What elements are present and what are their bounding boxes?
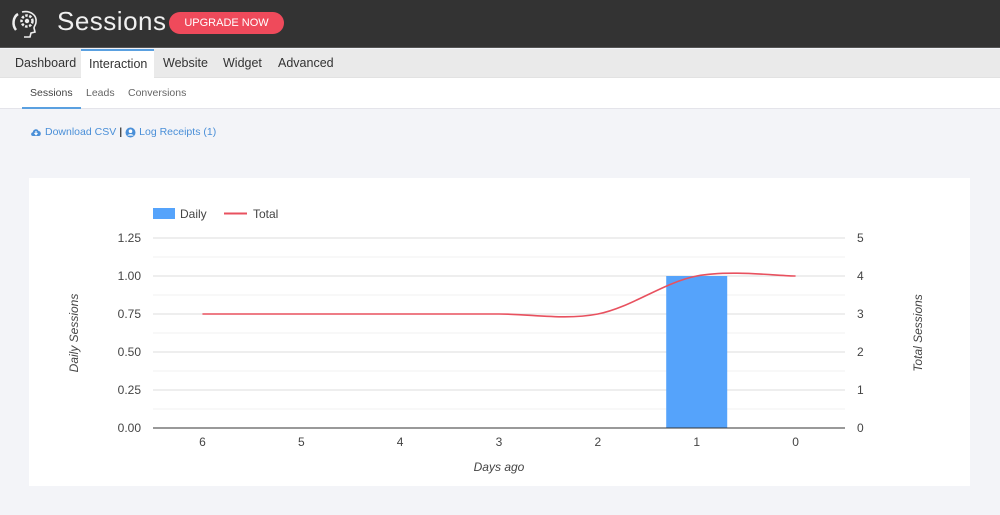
y-axis-title-left: Daily Sessions xyxy=(67,294,81,373)
x-tick-label: 4 xyxy=(397,435,404,449)
subtab-conversions[interactable]: Conversions xyxy=(128,78,186,109)
x-tick-label: 3 xyxy=(496,435,503,449)
y-tick-right: 4 xyxy=(857,269,864,283)
y-tick-right: 2 xyxy=(857,345,864,359)
link-separator: | xyxy=(119,126,123,138)
y-tick-left: 1.25 xyxy=(118,231,142,245)
y-tick-left: 0.25 xyxy=(118,383,142,397)
y-tick-left: 0.00 xyxy=(118,421,142,435)
y-tick-left: 1.00 xyxy=(118,269,142,283)
y-tick-left: 0.50 xyxy=(118,345,142,359)
tab-advanced[interactable]: Advanced xyxy=(270,49,342,78)
y-tick-right: 3 xyxy=(857,307,864,321)
x-tick-label: 1 xyxy=(693,435,700,449)
top-bar: Sessions UPGRADE NOW xyxy=(0,0,1000,48)
tab-widget[interactable]: Widget xyxy=(215,49,270,78)
daily-bar xyxy=(666,276,728,428)
tab-dashboard[interactable]: Dashboard xyxy=(7,49,84,78)
y-tick-right: 5 xyxy=(857,231,864,245)
user-circle-icon xyxy=(125,127,136,137)
y-tick-left: 0.75 xyxy=(118,307,142,321)
chart-card: 0.00 0 0.25 1 0.50 2 0.75 3 1.00 4 1.25 5 6 5 4 3 2 1 0 Da… xyxy=(29,178,970,486)
subtab-sessions[interactable]: Sessions xyxy=(22,78,81,109)
legend-daily-label: Daily xyxy=(180,207,207,221)
y-tick-right: 1 xyxy=(857,383,864,397)
tab-interaction[interactable]: Interaction xyxy=(81,49,154,79)
x-tick-label: 2 xyxy=(595,435,602,449)
sub-tabs: Sessions Leads Conversions xyxy=(0,78,1000,109)
upgrade-now-button[interactable]: UPGRADE NOW xyxy=(169,12,284,34)
tab-website[interactable]: Website xyxy=(155,49,216,78)
cloud-download-icon xyxy=(31,129,41,136)
y-tick-right: 0 xyxy=(857,421,864,435)
sessions-chart: 0.00 0 0.25 1 0.50 2 0.75 3 1.00 4 1.25 5 6 5 4 3 2 1 0 Da… xyxy=(67,207,925,474)
page-title: Sessions xyxy=(57,6,167,36)
download-csv-label: Download CSV xyxy=(45,126,117,138)
legend-daily-swatch xyxy=(153,208,175,219)
y-axis-title-right: Total Sessions xyxy=(911,294,925,372)
subtab-leads[interactable]: Leads xyxy=(86,78,115,109)
brain-gear-icon xyxy=(12,10,37,38)
x-tick-label: 0 xyxy=(792,435,799,449)
legend-total-label: Total xyxy=(253,207,278,221)
action-links: Download CSV | Log Receipts (1) xyxy=(30,126,216,138)
log-receipts-label: Log Receipts (1) xyxy=(139,126,217,138)
log-receipts-link[interactable]: Log Receipts (1) xyxy=(125,126,216,138)
x-axis-title: Days ago xyxy=(474,460,525,474)
x-tick-label: 6 xyxy=(199,435,206,449)
main-tabs: Dashboard Interaction Website Widget Adv… xyxy=(0,49,1000,79)
download-csv-link[interactable]: Download CSV xyxy=(30,126,116,138)
x-tick-label: 5 xyxy=(298,435,305,449)
